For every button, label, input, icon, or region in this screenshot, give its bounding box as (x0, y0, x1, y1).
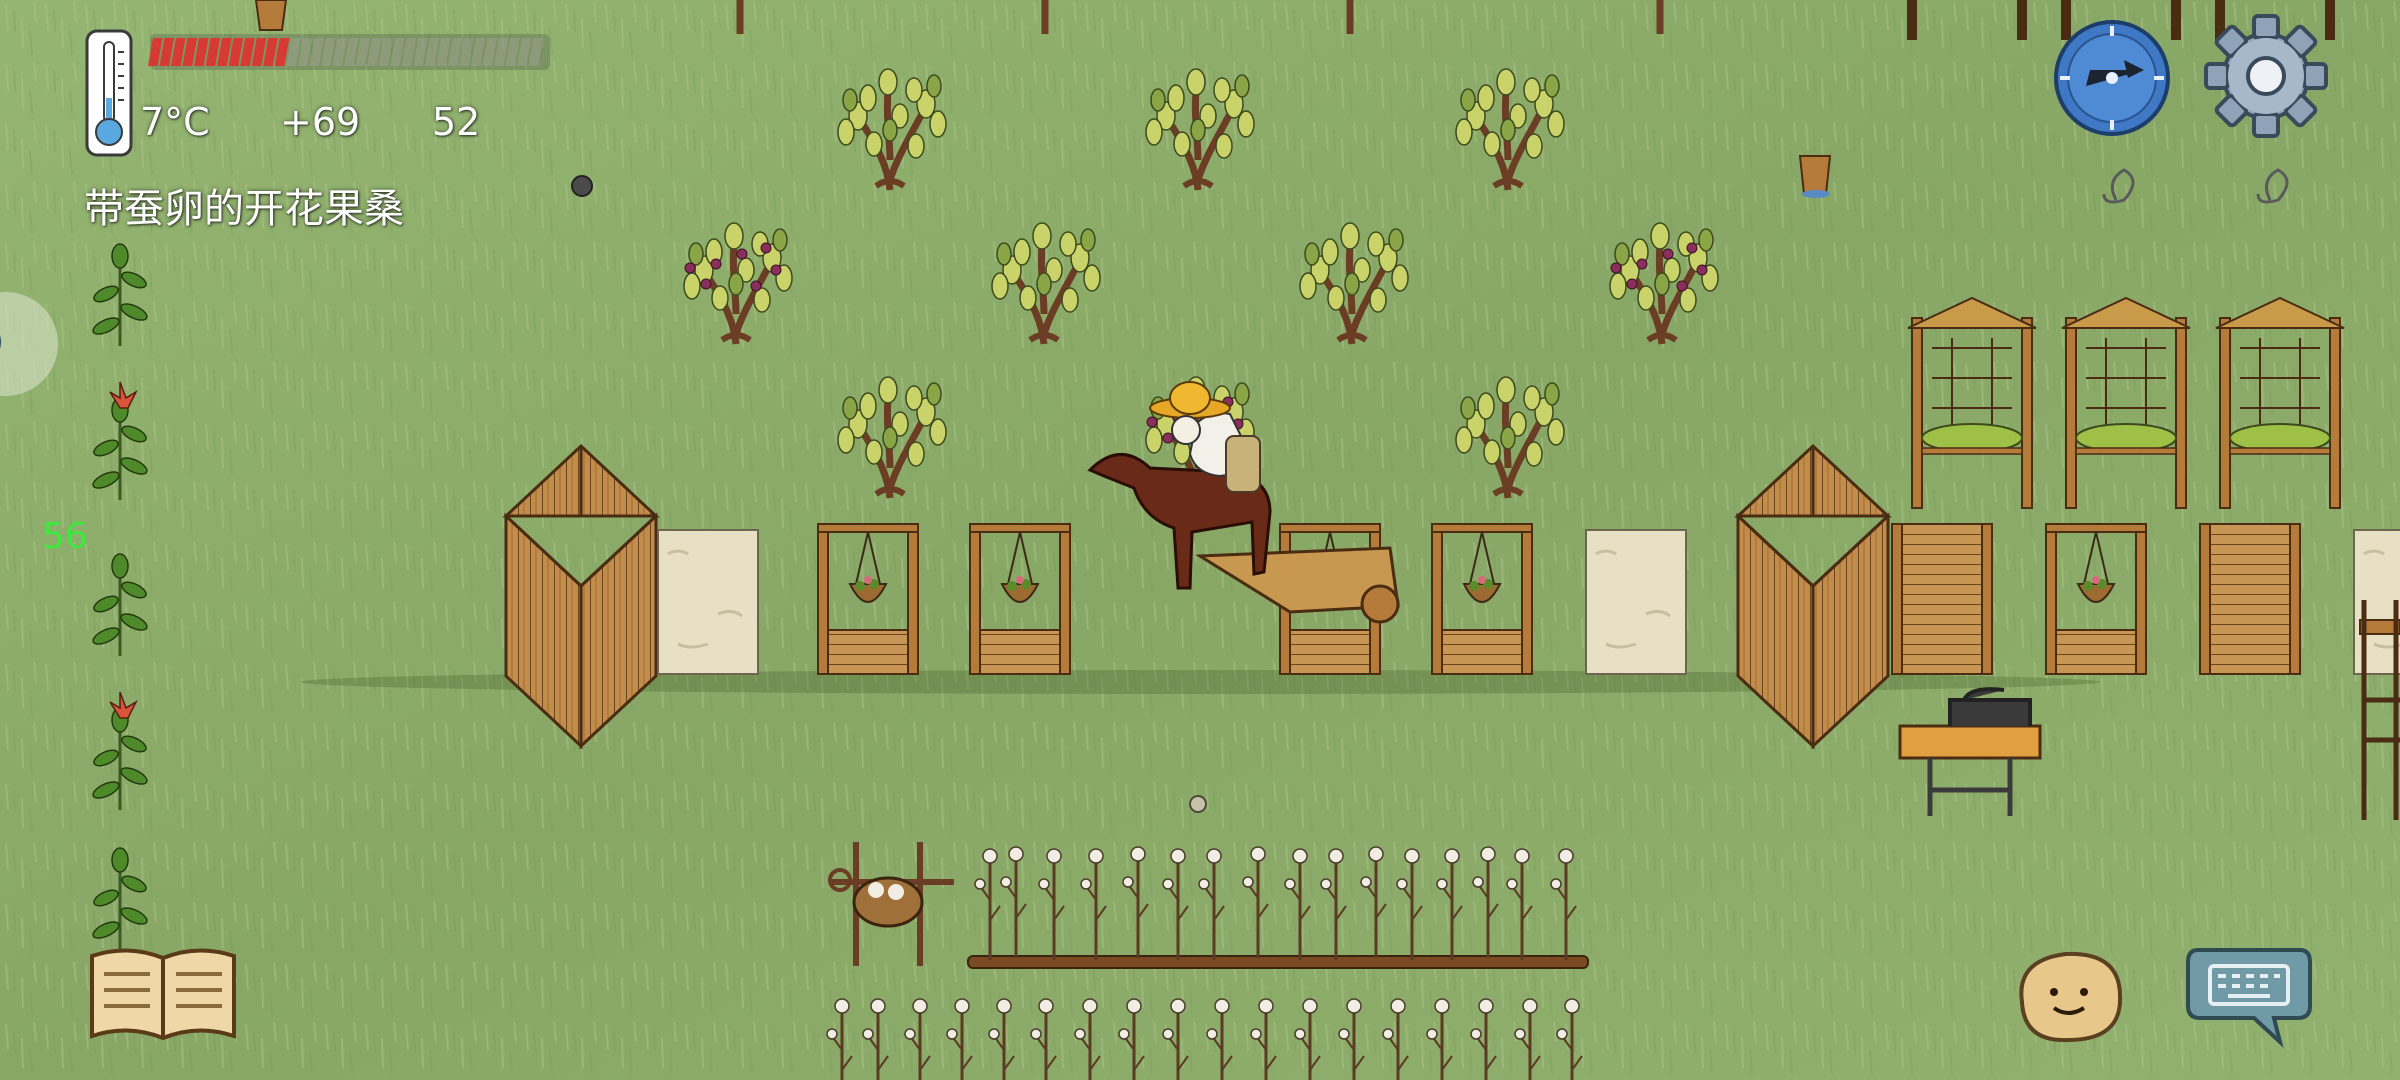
wooden-bucket[interactable] (1798, 155, 1832, 198)
side-chat-bubble[interactable] (0, 284, 80, 414)
food-count-readout: 52 (432, 100, 481, 144)
compass-icon[interactable] (2052, 18, 2172, 138)
open-book-icon[interactable] (88, 940, 238, 1044)
keyboard-speech-bubble-icon[interactable] (2184, 940, 2314, 1052)
fps-counter: 56 (42, 516, 88, 557)
temperature-readout: 7°C (140, 100, 210, 144)
thermometer-icon (84, 28, 134, 158)
heat-bonus-readout: +69 (280, 100, 361, 144)
smiley-potato-icon[interactable] (2008, 946, 2128, 1046)
hovered-object-label: 带蚕卵的开花果桑 (84, 186, 404, 232)
game-world[interactable] (0, 0, 2400, 1080)
health-bar (148, 32, 552, 72)
wooden-bucket[interactable] (254, 0, 288, 31)
gear-icon[interactable] (2204, 14, 2328, 138)
